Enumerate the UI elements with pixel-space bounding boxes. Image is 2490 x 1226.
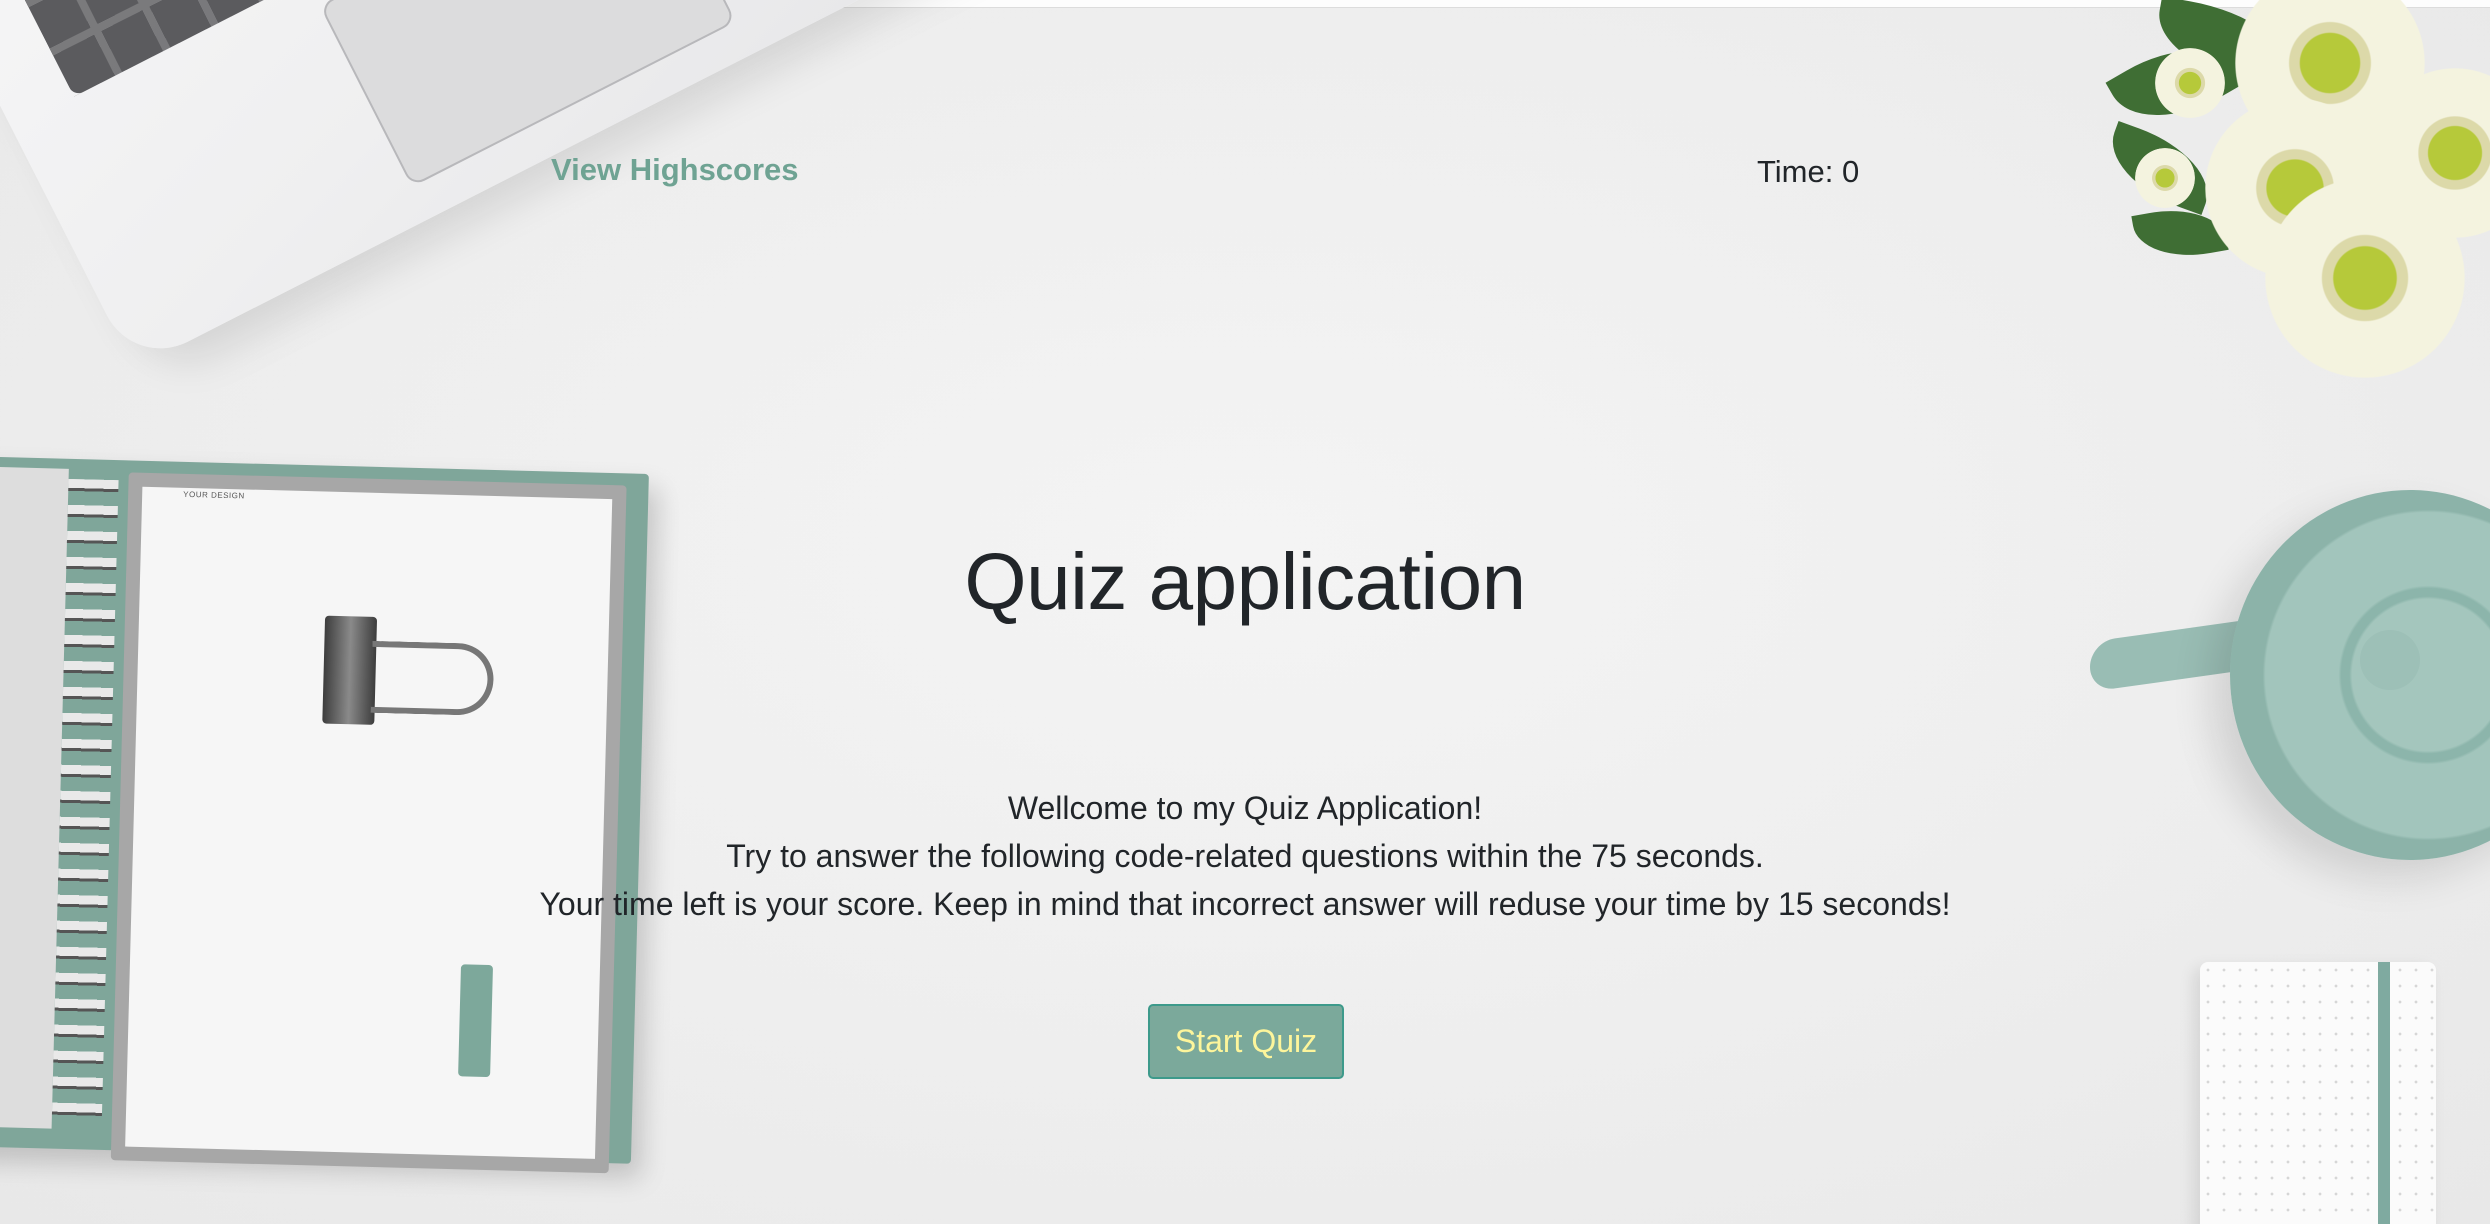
laptop-image	[0, 0, 1088, 369]
timer-display: Time: 0	[1757, 154, 1860, 189]
flowers-image	[2095, 0, 2490, 378]
binder-clip-icon	[322, 615, 495, 730]
notebook-label: YOUR DESIGN	[183, 489, 245, 501]
notebook-page	[110, 472, 627, 1174]
teapot-image	[2090, 480, 2490, 860]
notebook-image: YOUR DESIGN	[0, 456, 649, 1174]
view-highscores-link[interactable]: View Highscores	[551, 152, 799, 188]
eraser-image	[458, 964, 494, 1078]
start-quiz-button[interactable]: Start Quiz	[1148, 1004, 1344, 1079]
notepad-image	[2200, 962, 2436, 1226]
